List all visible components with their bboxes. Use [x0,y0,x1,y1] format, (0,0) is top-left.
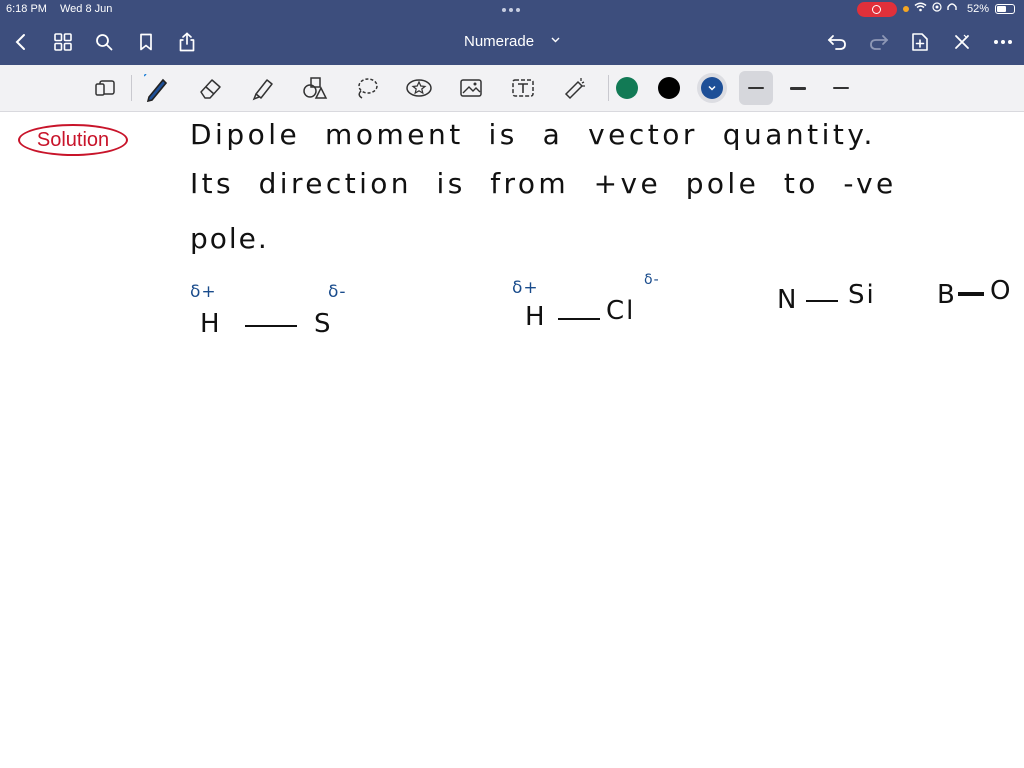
atom-label: H [525,302,547,332]
battery-icon [995,4,1015,14]
color-green-swatch[interactable] [616,77,638,99]
add-page-icon[interactable] [906,28,934,56]
battery-percent: 52% [967,3,990,15]
nav-bar: Numerade [0,22,1024,62]
close-tools-icon[interactable] [948,28,976,56]
image-icon[interactable] [456,73,486,103]
status-time: 6:18 PM [6,3,47,15]
note-line-3: pole. [190,222,269,255]
atom-label: N [777,285,799,315]
share-icon[interactable] [173,28,201,56]
status-date: Wed 8 Jun [60,3,113,15]
bookmark-icon[interactable] [132,28,160,56]
mic-indicator-icon [903,5,909,12]
bond-line [806,300,838,302]
delta-plus-label: δ+ [512,278,539,298]
stroke-medium-button[interactable] [781,71,815,105]
wifi-icon [914,2,927,15]
note-line-2: Its direction is from +ve pole to -ve [190,167,897,200]
multitasking-dots-icon[interactable] [502,8,520,12]
screen-recording-icon [857,2,897,17]
atom-label: S [314,309,333,339]
text-icon[interactable] [508,73,538,103]
layout-icon[interactable] [90,73,120,103]
note-canvas[interactable]: Solution Dipole moment is a vector quant… [0,112,1024,768]
stroke-thin-button[interactable] [739,71,773,105]
atom-label: B [937,280,957,310]
eraser-icon[interactable] [196,73,226,103]
bond-line [245,325,297,327]
atom-label: Si [848,280,876,310]
undo-icon[interactable] [823,28,851,56]
back-icon[interactable] [7,28,35,56]
bond-line [558,318,600,320]
note-line-1: Dipole moment is a vector quantity. [190,118,876,151]
location-icon [932,2,942,15]
document-title[interactable]: Numerade [464,33,534,50]
redo-icon[interactable] [865,28,893,56]
atom-label: O [990,276,1013,306]
pen-icon[interactable] [142,73,172,103]
delta-plus-label: δ+ [190,282,217,302]
highlighter-icon[interactable] [248,73,278,103]
laser-pointer-icon[interactable] [560,73,590,103]
solution-badge: Solution [18,124,128,156]
top-bar: 6:18 PM Wed 8 Jun 52% Numerade [0,0,1024,65]
atom-label: Cl [606,296,636,326]
more-options-icon[interactable] [989,28,1017,56]
search-icon[interactable] [90,28,118,56]
color-blue-swatch-selected[interactable] [701,77,723,99]
sticker-icon[interactable] [404,73,434,103]
delta-minus-label: δ- [328,282,347,302]
status-bar: 6:18 PM Wed 8 Jun 52% [0,0,1024,20]
bond-line [958,292,984,296]
drawing-toolbar [0,65,1024,112]
lasso-icon[interactable] [352,73,382,103]
shapes-icon[interactable] [300,73,330,103]
color-black-swatch[interactable] [658,77,680,99]
stroke-thick-button[interactable] [824,71,858,105]
headphones-icon [947,2,957,15]
chevron-down-icon[interactable] [551,35,560,45]
delta-minus-label: δ- [644,272,660,288]
atom-label: H [200,309,222,339]
grid-view-icon[interactable] [49,28,77,56]
